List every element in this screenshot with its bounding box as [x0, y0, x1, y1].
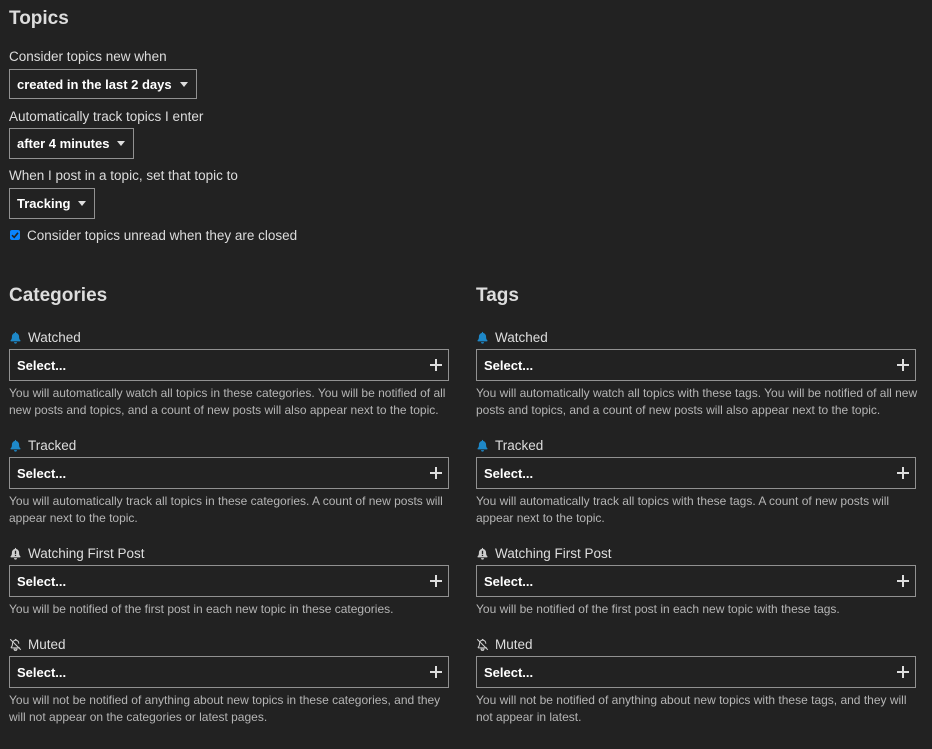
- select-placeholder: Select...: [484, 465, 534, 481]
- new-topics-label: Consider topics new when: [9, 49, 167, 64]
- bell-exclamation-icon: [476, 547, 489, 560]
- plus-icon[interactable]: [430, 359, 442, 371]
- tags-watched-description: You will automatically watch all topics …: [476, 386, 918, 417]
- group-label-text: Muted: [28, 637, 66, 652]
- bell-icon: [9, 331, 22, 344]
- new-topics-value: created in the last 2 days: [17, 76, 172, 92]
- categories-muted-select[interactable]: Select...: [9, 656, 449, 688]
- tags-muted-label: Muted: [476, 637, 533, 652]
- categories-watched-select[interactable]: Select...: [9, 349, 449, 381]
- categories-tracked-select[interactable]: Select...: [9, 457, 449, 489]
- tags-tracked-description: You will automatically track all topics …: [476, 494, 890, 525]
- auto-track-dropdown[interactable]: after 4 minutes: [9, 128, 135, 159]
- select-placeholder: Select...: [17, 357, 67, 373]
- tags-muted-select[interactable]: Select...: [476, 656, 916, 688]
- tags-watched-label: Watched: [476, 330, 548, 345]
- bell-slash-icon: [9, 638, 22, 651]
- caret-down-icon: [117, 141, 126, 146]
- bell-icon: [476, 331, 489, 344]
- tags-heading: Tags: [476, 285, 519, 306]
- categories-watched-label: Watched: [9, 330, 81, 345]
- bell-slash-icon: [476, 638, 489, 651]
- group-label-text: Watching First Post: [28, 546, 145, 561]
- group-label-text: Watched: [495, 330, 548, 345]
- plus-icon[interactable]: [897, 575, 909, 587]
- post-topic-value: Tracking: [17, 196, 71, 211]
- plus-icon[interactable]: [430, 467, 442, 479]
- auto-track-label: Automatically track topics I enter: [9, 109, 204, 124]
- tags-watching-first-post-description: You will be notified of the first post i…: [476, 602, 840, 616]
- tags-muted-description: You will not be notified of anything abo…: [476, 693, 907, 724]
- topics-heading: Topics: [9, 8, 69, 29]
- select-placeholder: Select...: [17, 573, 67, 589]
- unread-closed-label: Consider topics unread when they are clo…: [27, 228, 298, 243]
- categories-tracked-label: Tracked: [9, 438, 76, 453]
- checkmark-icon: [11, 232, 19, 239]
- group-label-text: Tracked: [495, 438, 544, 453]
- plus-icon[interactable]: [897, 467, 909, 479]
- plus-icon[interactable]: [430, 575, 442, 587]
- bell-icon: [476, 439, 489, 452]
- auto-track-value: after 4 minutes: [17, 136, 110, 151]
- tags-tracked-select[interactable]: Select...: [476, 457, 916, 489]
- bell-icon: [9, 439, 22, 452]
- tags-watching-first-post-select[interactable]: Select...: [476, 565, 916, 597]
- categories-heading: Categories: [9, 285, 108, 306]
- group-label-text: Watched: [28, 330, 81, 345]
- categories-muted-description: You will not be notified of anything abo…: [9, 693, 441, 724]
- unread-closed-checkbox[interactable]: [10, 230, 20, 240]
- categories-watching-first-post-select[interactable]: Select...: [9, 565, 449, 597]
- group-label-text: Tracked: [28, 438, 77, 453]
- categories-watching-first-post-label: Watching First Post: [9, 546, 145, 561]
- tags-tracked-label: Tracked: [476, 438, 543, 453]
- select-placeholder: Select...: [17, 664, 67, 680]
- post-topic-label: When I post in a topic, set that topic t…: [9, 168, 238, 183]
- plus-icon[interactable]: [430, 666, 442, 678]
- categories-watched-description: You will automatically watch all topics …: [9, 386, 446, 417]
- categories-muted-label: Muted: [9, 637, 66, 652]
- post-topic-dropdown[interactable]: Tracking: [9, 188, 96, 219]
- plus-icon[interactable]: [897, 666, 909, 678]
- caret-down-icon: [179, 81, 188, 87]
- select-placeholder: Select...: [484, 573, 534, 589]
- select-placeholder: Select...: [484, 357, 534, 373]
- categories-watching-first-post-description: You will be notified of the first post i…: [9, 602, 394, 616]
- categories-tracked-description: You will automatically track all topics …: [9, 494, 443, 525]
- bell-exclamation-icon: [9, 547, 22, 560]
- caret-down-icon: [78, 201, 87, 206]
- select-placeholder: Select...: [484, 664, 534, 680]
- select-placeholder: Select...: [17, 465, 67, 481]
- tags-watched-select[interactable]: Select...: [476, 349, 916, 381]
- tags-watching-first-post-label: Watching First Post: [476, 546, 612, 561]
- group-label-text: Watching First Post: [495, 546, 612, 561]
- new-topics-dropdown[interactable]: created in the last 2 days: [9, 69, 197, 99]
- group-label-text: Muted: [495, 637, 533, 652]
- plus-icon[interactable]: [897, 359, 909, 371]
